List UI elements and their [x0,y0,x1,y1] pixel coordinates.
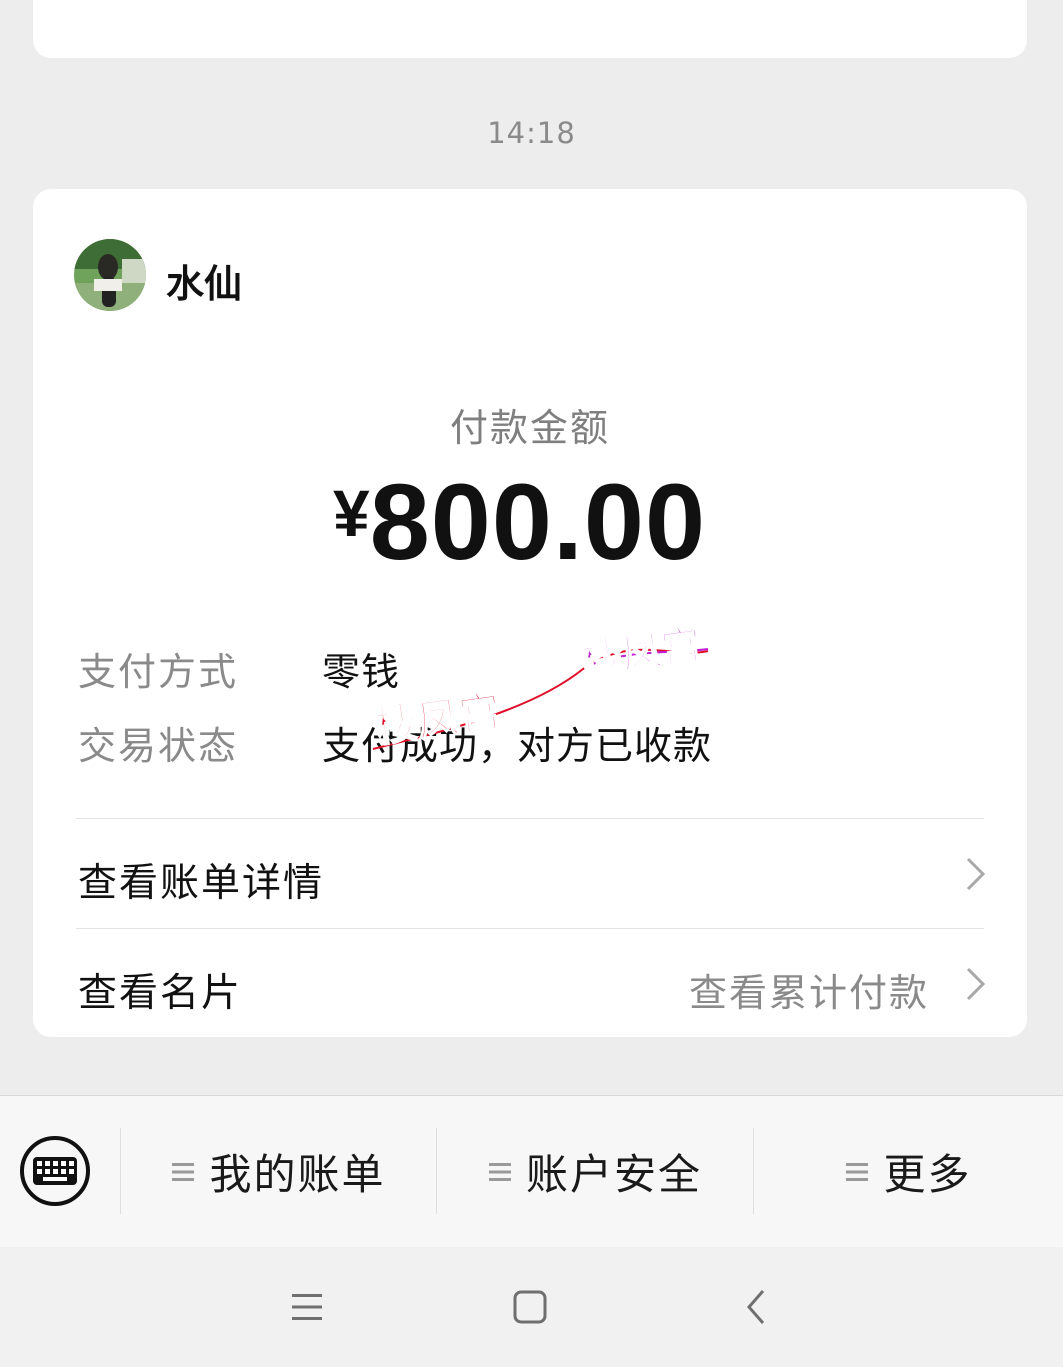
menu-my-bills[interactable]: 我的账单 [121,1096,436,1247]
menu-label: 我的账单 [209,1150,386,1199]
chevron-right-icon[interactable] [965,856,987,892]
chat-timestamp: 14:18 [487,116,576,150]
menu-icon[interactable] [287,1287,327,1327]
payment-method-label: 支付方式 [78,650,239,694]
sender-avatar[interactable] [74,239,146,311]
back-icon[interactable] [737,1287,777,1327]
menu-lines-icon [846,1162,869,1181]
transaction-status-value: 支付成功，对方已收款 [322,724,713,768]
keyboard-icon[interactable] [19,1135,91,1207]
menu-label: 更多 [883,1150,972,1199]
amount-label: 付款金额 [449,406,610,450]
divider [76,928,984,929]
previous-message-card [33,0,1027,58]
transaction-status-label: 交易状态 [78,724,239,768]
system-nav-bar [0,1247,1063,1367]
bottom-menu-bar: 我的账单 账户安全 更多 [0,1095,1063,1248]
cumulative-payment-link[interactable]: 查看累计付款 [689,962,929,1017]
view-bill-details-link[interactable]: 查看账单详情 [78,852,324,908]
sender-name: 水仙 [166,262,243,306]
amount-value: 800.00 [369,461,707,582]
menu-label: 账户安全 [525,1150,702,1199]
payment-method-value: 零钱 [322,650,401,694]
menu-account-security[interactable]: 账户安全 [437,1096,753,1247]
currency-symbol: ¥ [333,476,370,550]
menu-lines-icon [172,1162,195,1181]
menu-more[interactable]: 更多 [754,1096,1063,1247]
payment-amount: ¥800.00 [333,467,706,577]
divider [76,818,984,819]
payment-card: 水仙 付款金额 ¥800.00 支付方式 零钱 交易状态 支付成功，对方已收款 … [33,189,1027,1037]
home-icon[interactable] [510,1287,550,1327]
view-contact-card-link[interactable]: 查看名片 [78,962,242,1018]
menu-lines-icon [488,1162,511,1181]
chevron-right-icon[interactable] [965,966,987,1002]
